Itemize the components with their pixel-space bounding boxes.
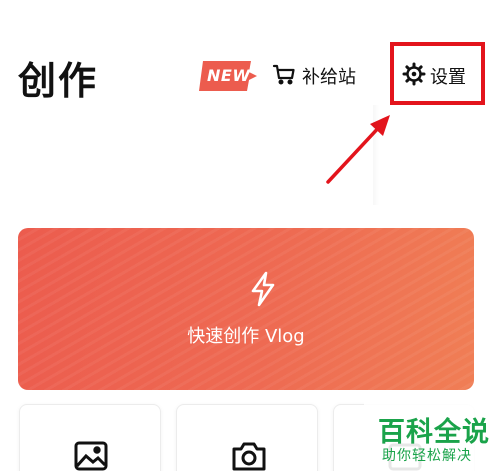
tool-card-image[interactable] (19, 404, 161, 471)
new-badge-text: NEW (207, 66, 251, 85)
watermark-title: 百科全说 (378, 417, 490, 448)
cart-icon (272, 62, 296, 90)
lightning-icon (247, 271, 279, 311)
page-title: 创作 (18, 59, 99, 103)
tool-card-camera[interactable] (176, 404, 318, 471)
quick-vlog-card[interactable]: 快速创作 Vlog (18, 228, 474, 390)
supply-station-label: 补给站 (302, 67, 356, 88)
quick-vlog-label: 快速创作 Vlog (187, 326, 305, 347)
supply-station-button[interactable]: 补给站 (272, 62, 356, 90)
camera-icon (231, 441, 267, 471)
watermark: 百科全说 助你轻松解决 (364, 400, 500, 471)
settings-button[interactable]: 设置 (402, 62, 466, 90)
divider (373, 105, 379, 205)
settings-label: 设置 (430, 67, 466, 88)
watermark-subtitle: 助你轻松解决 (382, 448, 472, 464)
new-badge[interactable]: NEW (199, 61, 257, 91)
card-pattern (18, 228, 474, 390)
annotation-arrow (326, 115, 390, 184)
gear-icon (402, 62, 426, 90)
image-icon (74, 441, 108, 471)
